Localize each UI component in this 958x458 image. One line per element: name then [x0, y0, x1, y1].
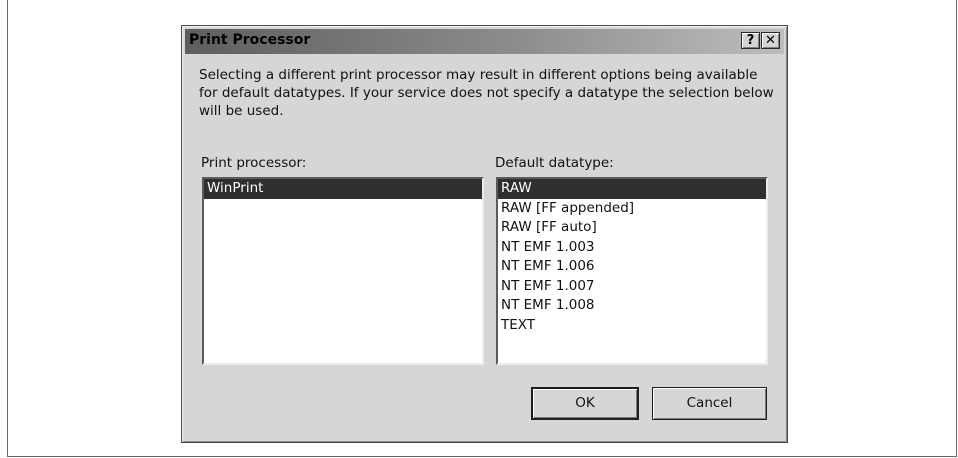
- cancel-button[interactable]: Cancel: [652, 387, 767, 420]
- list-item[interactable]: NT EMF 1.003: [498, 238, 766, 258]
- list-item[interactable]: NT EMF 1.006: [498, 257, 766, 277]
- default-datatype-list[interactable]: RAW RAW [FF appended] RAW [FF auto] NT E…: [496, 177, 768, 365]
- list-item[interactable]: RAW: [498, 179, 766, 199]
- print-processor-list[interactable]: WinPrint: [202, 177, 484, 365]
- list-item[interactable]: RAW [FF auto]: [498, 218, 766, 238]
- print-processor-dialog: Print Processor ? ✕ Selecting a differen…: [181, 25, 788, 443]
- help-button[interactable]: ?: [741, 32, 760, 49]
- list-item[interactable]: WinPrint: [204, 179, 482, 199]
- dialog-title: Print Processor: [189, 32, 311, 48]
- question-mark-icon: ?: [746, 33, 755, 48]
- list-item[interactable]: NT EMF 1.007: [498, 277, 766, 297]
- close-icon: ✕: [765, 33, 776, 48]
- ok-button[interactable]: OK: [531, 387, 639, 420]
- list-item[interactable]: TEXT: [498, 316, 766, 336]
- print-processor-label: Print processor:: [201, 155, 307, 171]
- title-bar[interactable]: Print Processor ? ✕: [185, 29, 784, 54]
- default-datatype-label: Default datatype:: [495, 155, 614, 171]
- list-item[interactable]: RAW [FF appended]: [498, 199, 766, 219]
- description-text: Selecting a different print processor ma…: [199, 67, 774, 119]
- close-button[interactable]: ✕: [761, 32, 780, 49]
- list-item[interactable]: NT EMF 1.008: [498, 296, 766, 316]
